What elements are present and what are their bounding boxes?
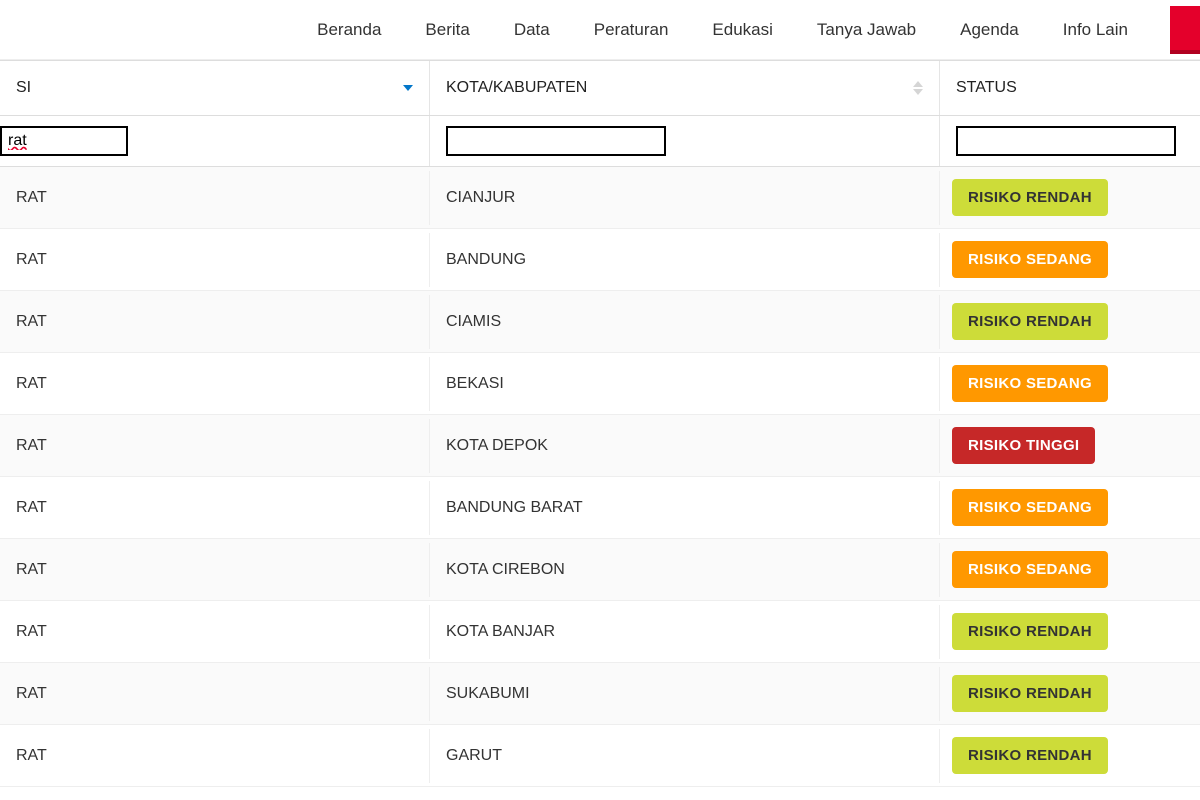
- status-badge[interactable]: RISIKO RENDAH: [952, 613, 1108, 650]
- nav-link-info-lain[interactable]: Info Lain: [1041, 0, 1150, 60]
- table-row: RATSUKABUMI RISIKO RENDAH: [0, 663, 1200, 725]
- table-row: RATBANDUNG BARAT RISIKO SEDANG: [0, 477, 1200, 539]
- cell-kota: CIANJUR: [430, 171, 940, 225]
- filter-cell-provinsi: [0, 116, 430, 166]
- header-kota[interactable]: KOTA/KABUPATEN: [430, 61, 940, 115]
- header-provinsi[interactable]: SI: [0, 61, 430, 115]
- cell-provinsi: RAT: [0, 233, 430, 287]
- status-badge[interactable]: RISIKO SEDANG: [952, 489, 1108, 526]
- table-row: RATCIANJUR RISIKO RENDAH: [0, 167, 1200, 229]
- filter-input-kota[interactable]: [446, 126, 666, 156]
- table-row: RATKOTA BANJAR RISIKO RENDAH: [0, 601, 1200, 663]
- status-badge[interactable]: RISIKO RENDAH: [952, 675, 1108, 712]
- status-badge[interactable]: RISIKO SEDANG: [952, 365, 1108, 402]
- sort-down-icon: [403, 85, 413, 91]
- table-row: RATKOTA CIREBON RISIKO SEDANG: [0, 539, 1200, 601]
- cell-provinsi: RAT: [0, 295, 430, 349]
- nav-links: BerandaBeritaDataPeraturanEdukasiTanya J…: [295, 0, 1150, 60]
- cell-status: RISIKO TINGGI: [940, 415, 1200, 476]
- status-badge[interactable]: RISIKO SEDANG: [952, 241, 1108, 278]
- cell-kota: KOTA CIREBON: [430, 543, 940, 597]
- table-row: RATGARUT RISIKO RENDAH: [0, 725, 1200, 787]
- cell-provinsi: RAT: [0, 357, 430, 411]
- cell-kota: BANDUNG: [430, 233, 940, 287]
- table-row: RATBEKASI RISIKO SEDANG: [0, 353, 1200, 415]
- table-row: RATCIAMIS RISIKO RENDAH: [0, 291, 1200, 353]
- nav-link-agenda[interactable]: Agenda: [938, 0, 1041, 60]
- status-badge[interactable]: RISIKO SEDANG: [952, 551, 1108, 588]
- status-badge[interactable]: RISIKO TINGGI: [952, 427, 1095, 464]
- sort-both-icon: [913, 81, 923, 95]
- nav-link-edukasi[interactable]: Edukasi: [690, 0, 794, 60]
- cell-kota: GARUT: [430, 729, 940, 783]
- filter-cell-kota: [430, 116, 940, 166]
- cell-provinsi: RAT: [0, 605, 430, 659]
- nav-red-button[interactable]: [1170, 6, 1200, 54]
- table-header-row: SI KOTA/KABUPATEN STATUS: [0, 61, 1200, 116]
- cell-provinsi: RAT: [0, 419, 430, 473]
- header-provinsi-label: SI: [16, 79, 31, 97]
- nav-link-berita[interactable]: Berita: [403, 0, 491, 60]
- cell-status: RISIKO RENDAH: [940, 601, 1200, 662]
- header-status-label: STATUS: [956, 79, 1017, 97]
- table-row: RATKOTA DEPOK RISIKO TINGGI: [0, 415, 1200, 477]
- filter-cell-status: [940, 116, 1200, 166]
- cell-kota: BEKASI: [430, 357, 940, 411]
- table-row: RATBANDUNG RISIKO SEDANG: [0, 229, 1200, 291]
- cell-provinsi: RAT: [0, 543, 430, 597]
- top-navbar: BerandaBeritaDataPeraturanEdukasiTanya J…: [0, 0, 1200, 60]
- header-kota-label: KOTA/KABUPATEN: [446, 79, 587, 97]
- data-table: SI KOTA/KABUPATEN STATUS RATCIANJURRISIK…: [0, 60, 1200, 787]
- nav-link-tanya-jawab[interactable]: Tanya Jawab: [795, 0, 938, 60]
- filter-input-provinsi[interactable]: [0, 126, 128, 156]
- status-badge[interactable]: RISIKO RENDAH: [952, 303, 1108, 340]
- cell-status: RISIKO RENDAH: [940, 725, 1200, 786]
- filter-row: [0, 116, 1200, 167]
- cell-status: RISIKO RENDAH: [940, 291, 1200, 352]
- cell-kota: CIAMIS: [430, 295, 940, 349]
- cell-kota: KOTA BANJAR: [430, 605, 940, 659]
- table-body: RATCIANJURRISIKO RENDAHRATBANDUNGRISIKO …: [0, 167, 1200, 787]
- cell-status: RISIKO SEDANG: [940, 539, 1200, 600]
- filter-input-status[interactable]: [956, 126, 1176, 156]
- header-status[interactable]: STATUS: [940, 61, 1200, 115]
- cell-kota: SUKABUMI: [430, 667, 940, 721]
- cell-provinsi: RAT: [0, 667, 430, 721]
- cell-provinsi: RAT: [0, 481, 430, 535]
- cell-provinsi: RAT: [0, 171, 430, 225]
- cell-status: RISIKO SEDANG: [940, 229, 1200, 290]
- cell-status: RISIKO RENDAH: [940, 663, 1200, 724]
- cell-status: RISIKO RENDAH: [940, 167, 1200, 228]
- nav-link-data[interactable]: Data: [492, 0, 572, 60]
- nav-link-peraturan[interactable]: Peraturan: [572, 0, 691, 60]
- cell-status: RISIKO SEDANG: [940, 477, 1200, 538]
- cell-provinsi: RAT: [0, 729, 430, 783]
- status-badge[interactable]: RISIKO RENDAH: [952, 179, 1108, 216]
- cell-status: RISIKO SEDANG: [940, 353, 1200, 414]
- cell-kota: BANDUNG BARAT: [430, 481, 940, 535]
- cell-kota: KOTA DEPOK: [430, 419, 940, 473]
- nav-link-beranda[interactable]: Beranda: [295, 0, 403, 60]
- status-badge[interactable]: RISIKO RENDAH: [952, 737, 1108, 774]
